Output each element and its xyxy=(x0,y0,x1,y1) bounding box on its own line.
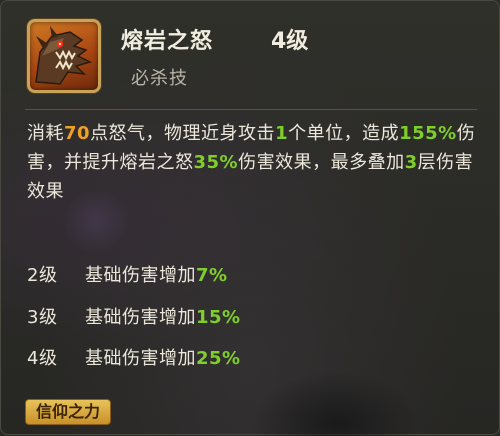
desc-value-rage: 70 xyxy=(64,123,91,144)
upgrade-text: 基础伤害增加 xyxy=(85,348,196,369)
desc-text: 个单位，造成 xyxy=(288,123,400,144)
skill-level: 4级 xyxy=(271,29,309,54)
upgrade-text: 基础伤害增加 xyxy=(85,265,196,286)
desc-text: 消耗 xyxy=(27,123,64,144)
upgrade-value: 15% xyxy=(196,307,241,328)
upgrade-row: 2级 基础伤害增加7% xyxy=(27,261,228,287)
skill-tooltip-panel: 熔岩之怒 4级 必杀技 消耗70点怒气，物理近身攻击1个单位，造成155%伤害，… xyxy=(0,0,500,436)
upgrade-value: 25% xyxy=(196,348,241,369)
lava-dragon-icon xyxy=(27,19,101,93)
skill-type: 必杀技 xyxy=(131,68,188,89)
upgrade-level: 4级 xyxy=(27,348,58,369)
desc-value-stacks: 3 xyxy=(404,152,418,173)
upgrade-level: 3级 xyxy=(27,307,58,328)
upgrade-text: 基础伤害增加 xyxy=(85,307,196,328)
desc-value-boost: 35% xyxy=(193,152,239,173)
skill-name: 熔岩之怒 xyxy=(121,29,214,54)
desc-value-targets: 1 xyxy=(275,123,289,144)
background-tree xyxy=(251,371,421,436)
upgrade-row: 3级 基础伤害增加15% xyxy=(27,303,241,329)
desc-text: 点怒气，物理近身攻击 xyxy=(90,123,276,144)
upgrade-row: 4级 基础伤害增加25% xyxy=(27,344,241,370)
desc-value-damage: 155% xyxy=(399,123,457,144)
desc-text: 伤害效果，最多叠加 xyxy=(238,152,405,173)
divider xyxy=(25,109,477,110)
faith-power-tag[interactable]: 信仰之力 xyxy=(25,399,112,425)
skill-description: 消耗70点怒气，物理近身攻击1个单位，造成155%伤害，并提升熔岩之怒35%伤害… xyxy=(27,119,477,206)
upgrade-level: 2级 xyxy=(27,265,58,286)
upgrade-value: 7% xyxy=(196,265,228,286)
